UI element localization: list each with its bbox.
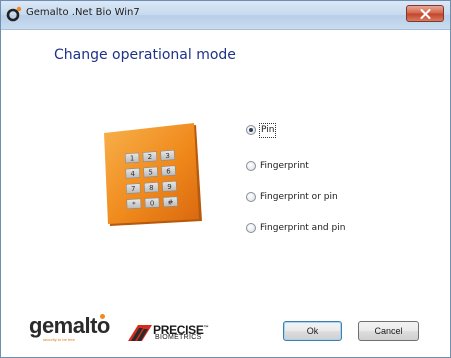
radio-button-fingerprint-and-pin[interactable] bbox=[246, 223, 256, 233]
radio-button-fingerprint[interactable] bbox=[246, 161, 256, 171]
keypad-key-label: 2 bbox=[148, 153, 152, 161]
ok-button[interactable]: Ok bbox=[283, 321, 342, 341]
keypad-key-label: 4 bbox=[130, 170, 135, 178]
keypad-key-label: 5 bbox=[148, 169, 152, 177]
keypad-key-label: 7 bbox=[131, 185, 135, 193]
gemalto-app-icon bbox=[6, 6, 22, 22]
radio-button-fingerprint-or-pin[interactable] bbox=[246, 192, 256, 202]
pin-keypad-illustration: 1 2 3 4 5 6 7 8 9 * 0 # bbox=[104, 123, 204, 227]
keypad-key-label: * bbox=[132, 200, 136, 208]
close-icon bbox=[420, 9, 431, 19]
close-button[interactable] bbox=[406, 5, 444, 22]
keypad-key-label: # bbox=[167, 198, 173, 206]
keypad-key-label: 3 bbox=[165, 152, 169, 160]
dialog-window: Gemalto .Net Bio Win7 Change operational… bbox=[0, 0, 451, 358]
window-title: Gemalto .Net Bio Win7 bbox=[26, 7, 140, 18]
keypad-key-label: 9 bbox=[167, 183, 171, 191]
precise-biometrics-logo: PRECISE™ BIOMETRICS bbox=[128, 321, 209, 347]
keypad-icon: 1 2 3 4 5 6 7 8 9 * 0 # bbox=[104, 123, 202, 226]
precise-logo-line2: BIOMETRICS bbox=[155, 334, 202, 341]
radio-label-pin[interactable]: Pin bbox=[258, 123, 277, 138]
gemalto-logo-word: gemalto bbox=[29, 313, 110, 338]
gemalto-logo: gemalto security to be free bbox=[29, 313, 110, 342]
title-bar[interactable]: Gemalto .Net Bio Win7 bbox=[1, 1, 450, 30]
precise-biometrics-mark-icon bbox=[128, 325, 152, 341]
radio-label-fingerprint[interactable]: Fingerprint bbox=[260, 160, 309, 173]
cancel-button[interactable]: Cancel bbox=[358, 321, 419, 341]
keypad-key-label: 8 bbox=[149, 184, 153, 192]
radio-button-pin[interactable] bbox=[246, 125, 256, 135]
page-title: Change operational mode bbox=[54, 47, 236, 63]
radio-label-fingerprint-and-pin[interactable]: Fingerprint and pin bbox=[260, 222, 345, 235]
keypad-key-label: 0 bbox=[150, 199, 154, 207]
radio-label-fingerprint-or-pin[interactable]: Fingerprint or pin bbox=[260, 191, 338, 204]
keypad-key-label: 6 bbox=[166, 167, 171, 175]
gemalto-logo-dot bbox=[100, 314, 105, 319]
keypad-key-label: 1 bbox=[130, 154, 134, 162]
